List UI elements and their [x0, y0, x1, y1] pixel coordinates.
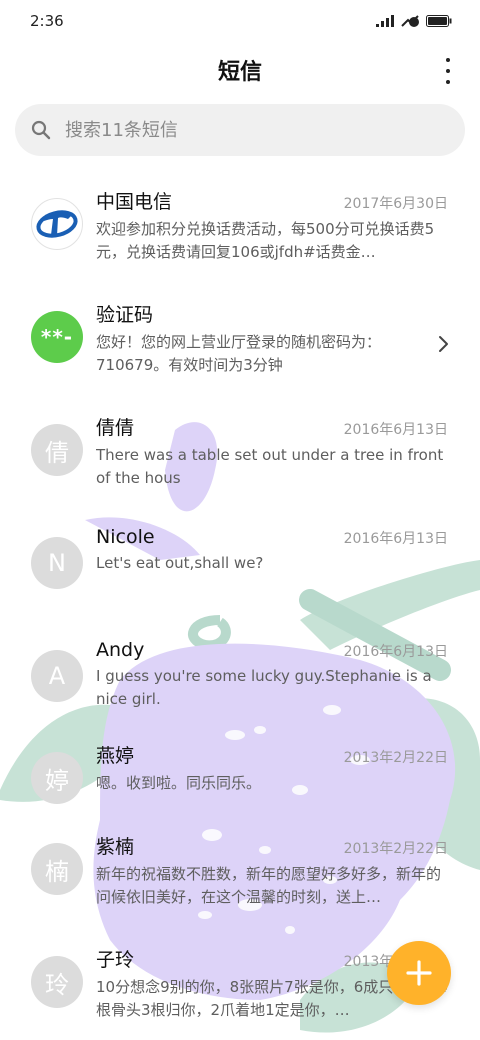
message-preview: 欢迎参加积分兑换话费活动，每500分可兑换话费5元，兑换话费请回复106或jfd… [96, 220, 435, 261]
list-item[interactable]: N Nicole 2016年6月13日 Let's eat out,shall … [0, 517, 480, 630]
avatar: 婷 [31, 752, 83, 804]
message-date: 2017年6月30日 [343, 196, 448, 212]
message-preview: I guess you're some lucky guy.Stephanie … [96, 667, 432, 708]
message-date: 2013年2月22日 [343, 841, 448, 857]
search-input[interactable] [65, 119, 425, 141]
page-title: 短信 [217, 60, 262, 85]
contact-name: 子玲 [96, 949, 135, 971]
more-dot [446, 80, 450, 84]
list-item[interactable]: **- 验证码 您好！您的网上营业厅登录的随机密码为：710679。有效时间为3… [0, 291, 480, 404]
contact-name: 燕婷 [96, 745, 135, 767]
chevron-right-icon[interactable] [438, 335, 450, 353]
signal-icon [376, 15, 394, 27]
contact-name: 中国电信 [96, 191, 173, 213]
avatar [31, 198, 83, 250]
message-date: 2016年6月13日 [343, 422, 448, 438]
message-preview: 新年的祝福数不胜数，新年的愿望好多好多，新年的问候依旧美好，在这个温馨的时刻，送… [96, 865, 442, 906]
more-dot [446, 69, 450, 73]
plus-icon [406, 960, 432, 986]
message-list: 中国电信 2017年6月30日 欢迎参加积分兑换话费活动，每500分可兑换话费5… [0, 178, 480, 1040]
app-header: 短信 [0, 42, 480, 98]
avatar: A [31, 650, 83, 702]
message-date: 2013年2月22日 [343, 750, 448, 766]
list-item[interactable]: 倩 倩倩 2016年6月13日 There was a table set ou… [0, 404, 480, 517]
china-telecom-logo-icon [36, 210, 78, 238]
contact-name: 倩倩 [96, 417, 135, 439]
avatar: 倩 [31, 424, 83, 476]
message-preview: 嗯。收到啦。同乐同乐。 [96, 774, 262, 792]
message-date: 2016年6月13日 [343, 644, 448, 660]
avatar: N [31, 537, 83, 589]
contact-name: 紫楠 [96, 836, 135, 858]
battery-icon [426, 15, 452, 27]
message-preview: There was a table set out under a tree i… [96, 446, 444, 487]
more-vertical-icon [446, 58, 450, 62]
list-item[interactable]: A Andy 2016年6月13日 I guess you're some lu… [0, 630, 480, 732]
more-options-button[interactable] [442, 58, 454, 84]
avatar: 玲 [31, 956, 83, 1008]
list-item[interactable]: 楠 紫楠 2013年2月22日 新年的祝福数不胜数，新年的愿望好多好多，新年的问… [0, 823, 480, 936]
list-item[interactable]: 中国电信 2017年6月30日 欢迎参加积分兑换话费活动，每500分可兑换话费5… [0, 178, 480, 291]
status-bar: 2:36 [0, 0, 480, 42]
status-icons [376, 14, 452, 28]
new-message-button[interactable] [387, 941, 451, 1005]
avatar: **- [31, 311, 83, 363]
contact-name: Nicole [96, 526, 155, 548]
search-icon [31, 120, 51, 140]
data-saver-icon [401, 15, 419, 27]
message-date: 2016年6月13日 [343, 531, 448, 547]
list-item[interactable]: 婷 燕婷 2013年2月22日 嗯。收到啦。同乐同乐。 [0, 732, 480, 823]
contact-name: 验证码 [96, 304, 154, 326]
status-time: 2:36 [30, 12, 64, 30]
message-preview: Let's eat out,shall we? [96, 554, 264, 572]
message-preview: 您好！您的网上营业厅登录的随机密码为：710679。有效时间为3分钟 [96, 333, 382, 374]
search-bar[interactable] [15, 104, 465, 156]
avatar: 楠 [31, 843, 83, 895]
contact-name: Andy [96, 639, 145, 661]
